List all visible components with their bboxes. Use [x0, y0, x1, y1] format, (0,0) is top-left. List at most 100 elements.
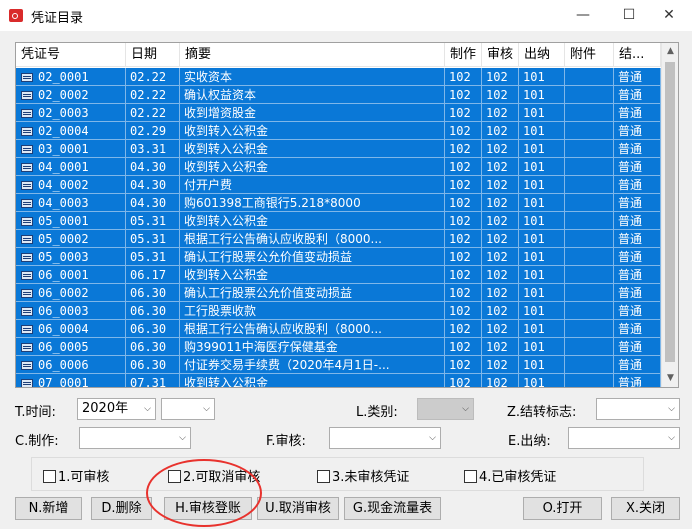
- cell-text: 03_0001: [38, 142, 89, 156]
- table-row[interactable]: 02_0001 02.22 实收资本 102 102 101 普通: [16, 68, 661, 86]
- table-row[interactable]: 04_0002 04.30 付开户费 102 102 101 普通: [16, 176, 661, 194]
- cell-text: 102: [449, 160, 471, 174]
- cell-text: 普通: [618, 232, 643, 246]
- checkbox-icon[interactable]: [464, 470, 477, 483]
- table-row[interactable]: 02_0002 02.22 确认权益资本 102 102 101 普通: [16, 86, 661, 104]
- table-row[interactable]: 05_0001 05.31 收到转入公积金 102 102 101 普通: [16, 212, 661, 230]
- column-header-summary[interactable]: 摘要: [180, 43, 445, 67]
- cell-text: 101: [523, 322, 545, 336]
- reviewer-cell: 102: [482, 104, 519, 122]
- table-row[interactable]: 02_0004 02.29 收到转入公积金 102 102 101 普通: [16, 122, 661, 140]
- scroll-down-icon[interactable]: ▼: [662, 370, 678, 387]
- column-header-reviewer[interactable]: 审核: [482, 43, 519, 67]
- voucher-no-cell: 06_0003: [16, 302, 126, 320]
- cell-text: 普通: [618, 340, 643, 354]
- scroll-up-icon[interactable]: ▲: [662, 43, 678, 60]
- cell-text: 101: [523, 340, 545, 354]
- voucher-icon: [21, 199, 33, 208]
- cell-text: 收到转入公积金: [184, 124, 269, 138]
- cell-text: 普通: [618, 178, 643, 192]
- open-button[interactable]: O.打开: [523, 497, 602, 520]
- cell-text: 102: [486, 340, 508, 354]
- table-row[interactable]: 05_0002 05.31 根据工行公告确认应收股利（8000... 102 102 10…: [16, 230, 661, 248]
- cell-text: 普通: [618, 88, 643, 102]
- table-row[interactable]: 06_0004 06.30 根据工行公告确认应收股利（8000... 102 102 10…: [16, 320, 661, 338]
- table-row[interactable]: 06_0003 06.30 工行股票收款 102 102 101 普通: [16, 302, 661, 320]
- column-header-attachments[interactable]: 附件: [565, 43, 614, 67]
- attachments-cell: [565, 158, 614, 176]
- table-row[interactable]: 06_0001 06.17 收到转入公积金 102 102 101 普通: [16, 266, 661, 284]
- column-header-voucher-no[interactable]: 凭证号: [16, 43, 126, 67]
- delete-button[interactable]: D.删除: [91, 497, 152, 520]
- voucher-no-cell: 02_0001: [16, 68, 126, 86]
- cell-text: 06.17: [130, 268, 167, 282]
- voucher-list[interactable]: 凭证号 日期 摘要 制作 审核 出纳 附件 结... 02_0001 02.22 实…: [15, 42, 679, 388]
- cashier-cell: 101: [519, 230, 565, 248]
- option-label: 3.未审核凭证: [332, 470, 410, 485]
- cell-text: 06_0006: [38, 358, 89, 372]
- minimize-icon[interactable]: —: [560, 0, 606, 31]
- cancel-review-button[interactable]: U.取消审核: [257, 497, 339, 520]
- cell-text: 102: [449, 178, 471, 192]
- review-post-button[interactable]: H.审核登账: [164, 497, 252, 520]
- time-month-select[interactable]: ⌵: [161, 398, 215, 420]
- date-cell: 06.30: [126, 338, 180, 356]
- summary-cell: 收到转入公积金: [180, 212, 445, 230]
- cell-text: 普通: [618, 214, 643, 228]
- table-row[interactable]: 06_0006 06.30 付证券交易手续费（2020年4月1日-... 102 102…: [16, 356, 661, 374]
- vertical-scrollbar[interactable]: ▲ ▼: [661, 43, 678, 387]
- table-row[interactable]: 02_0003 02.22 收到增资股金 102 102 101 普通: [16, 104, 661, 122]
- close-icon[interactable]: ✕: [646, 0, 692, 31]
- table-row[interactable]: 04_0003 04.30 购601398工商银行5.218*8000 102 102 1…: [16, 194, 661, 212]
- option-can-review[interactable]: 1.可审核: [43, 466, 109, 485]
- table-row[interactable]: 05_0003 05.31 确认工行股票公允价值变动损益 102 102 101 普通: [16, 248, 661, 266]
- option-unreviewed[interactable]: 3.未审核凭证: [317, 466, 409, 485]
- date-cell: 06.30: [126, 320, 180, 338]
- cashier-select[interactable]: ⌵: [568, 427, 680, 449]
- date-cell: 04.30: [126, 158, 180, 176]
- cashflow-button[interactable]: G.现金流量表: [344, 497, 441, 520]
- voucher-icon: [21, 127, 33, 136]
- summary-cell: 付证券交易手续费（2020年4月1日-...: [180, 356, 445, 374]
- scroll-thumb[interactable]: [665, 62, 675, 362]
- column-header-date[interactable]: 日期: [126, 43, 180, 67]
- column-header-maker[interactable]: 制作: [445, 43, 482, 67]
- maker-cell: 102: [445, 284, 482, 302]
- voucher-no-cell: 05_0002: [16, 230, 126, 248]
- table-row[interactable]: 04_0001 04.30 收到转入公积金 102 102 101 普通: [16, 158, 661, 176]
- voucher-icon: [21, 343, 33, 352]
- maker-select[interactable]: ⌵: [79, 427, 191, 449]
- settle-cell: 普通: [614, 158, 661, 176]
- reviewer-select[interactable]: ⌵: [329, 427, 441, 449]
- checkbox-icon[interactable]: [43, 470, 56, 483]
- title-bar: 凭证目录 — ☐ ✕: [0, 0, 692, 31]
- cell-text: 根据工行公告确认应收股利（8000...: [184, 322, 382, 336]
- carry-select[interactable]: ⌵: [596, 398, 680, 420]
- category-select[interactable]: ⌵: [417, 398, 474, 420]
- cell-text: 101: [523, 88, 545, 102]
- close-button[interactable]: X.关闭: [611, 497, 680, 520]
- cell-text: 05.31: [130, 250, 167, 264]
- option-reviewed[interactable]: 4.已审核凭证: [464, 466, 556, 485]
- checkbox-icon[interactable]: [317, 470, 330, 483]
- new-button[interactable]: N.新增: [15, 497, 82, 520]
- cell-text: 101: [523, 124, 545, 138]
- time-year-value: 2020年: [82, 401, 129, 416]
- checkbox-icon[interactable]: [168, 470, 181, 483]
- table-row[interactable]: 03_0001 03.31 收到转入公积金 102 102 101 普通: [16, 140, 661, 158]
- column-header-settle[interactable]: 结...: [614, 43, 661, 67]
- option-can-cancel-review[interactable]: 2.可取消审核: [168, 466, 260, 485]
- cashier-cell: 101: [519, 374, 565, 387]
- column-header-cashier[interactable]: 出纳: [519, 43, 565, 67]
- table-row[interactable]: 07_0001 07.31 收到转入公积金 102 102 101 普通: [16, 374, 661, 387]
- cell-text: 05.31: [130, 214, 167, 228]
- cell-text: 04_0002: [38, 178, 89, 192]
- cell-text: 05_0002: [38, 232, 89, 246]
- cell-text: 02.22: [130, 88, 167, 102]
- maker-label: C.制作:: [15, 434, 59, 449]
- cell-text: 购399011中海医疗保健基金: [184, 340, 338, 354]
- table-row[interactable]: 06_0002 06.30 确认工行股票公允价值变动损益 102 102 101 普通: [16, 284, 661, 302]
- table-row[interactable]: 06_0005 06.30 购399011中海医疗保健基金 102 102 101 普通: [16, 338, 661, 356]
- time-year-select[interactable]: 2020年 ⌵: [77, 398, 156, 420]
- cell-text: 102: [449, 286, 471, 300]
